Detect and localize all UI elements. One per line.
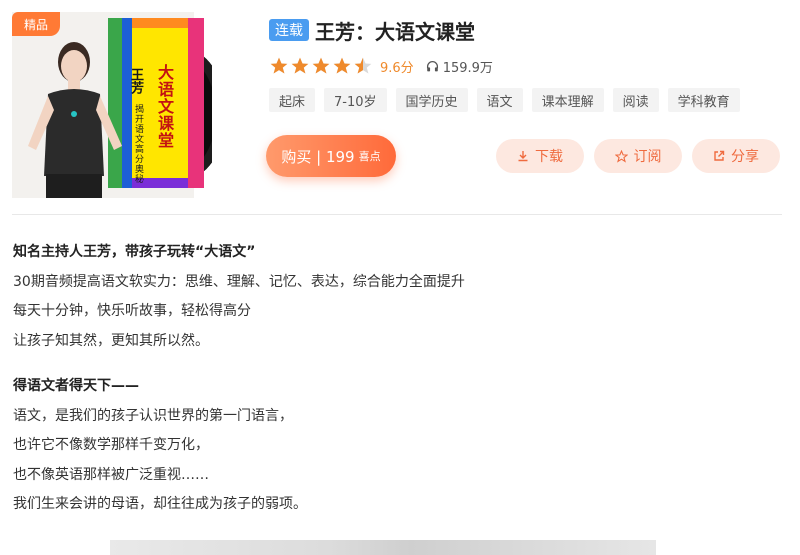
star-full-icon bbox=[312, 57, 330, 74]
description-line: 我们生来会讲的母语，却往往成为孩子的弱项。 bbox=[13, 496, 307, 512]
star-outline-icon bbox=[614, 149, 628, 163]
premium-badge: 精品 bbox=[12, 12, 60, 36]
serial-status-tag: 连载 bbox=[269, 19, 309, 41]
action-bar: 购买 | 199 喜点 下载 订阅 分享 bbox=[266, 135, 786, 179]
star-half-icon bbox=[354, 57, 372, 74]
download-icon bbox=[518, 151, 528, 162]
description-line: 也许它不像数学那样千变万化， bbox=[13, 437, 209, 453]
download-label: 下载 bbox=[535, 149, 563, 165]
tag-chip[interactable]: 国学历史 bbox=[395, 88, 468, 112]
description-line: 让孩子知其然，更知其所以然。 bbox=[13, 332, 209, 349]
subscribe-label: 订阅 bbox=[633, 149, 662, 165]
tag-chip[interactable]: 语文 bbox=[476, 88, 523, 112]
buy-button-label: 购买 | 199 bbox=[281, 147, 355, 166]
host-photo bbox=[28, 42, 122, 198]
download-button[interactable]: 下载 bbox=[496, 139, 584, 173]
tag-chip[interactable]: 起床 bbox=[269, 88, 316, 112]
description-line: 也不像英语那样被广泛重视…… bbox=[13, 466, 209, 483]
course-cover[interactable]: 精品 大语文课堂 王芳 揭开语文高分奥秘 bbox=[12, 12, 212, 198]
headphones-icon bbox=[426, 60, 438, 71]
description-image bbox=[110, 540, 656, 555]
star-full-icon bbox=[270, 57, 288, 74]
tag-chip[interactable]: 阅读 bbox=[612, 88, 659, 112]
description-line: 语文，是我们的孩子认识世界的第一门语言， bbox=[13, 407, 293, 424]
share-label: 分享 bbox=[731, 149, 759, 165]
buy-button[interactable]: 购买 | 199 喜点 bbox=[266, 135, 396, 177]
buy-currency-unit: 喜点 bbox=[358, 150, 381, 163]
description-subheadline: 得语文者得天下—— bbox=[13, 378, 139, 394]
tag-chip[interactable]: 7-10岁 bbox=[324, 88, 387, 112]
tag-list: 起床 7-10岁 国学历史 语文 课本理解 阅读 学科教育 bbox=[269, 88, 789, 112]
share-icon bbox=[714, 150, 725, 161]
course-description: 知名主持人王芳，带孩子玩转“大语文” 30期音频提高语文软实力：思维、理解、记忆… bbox=[13, 238, 783, 520]
star-full-icon bbox=[333, 57, 351, 74]
cover-subtitle: 揭开语文高分奥秘 bbox=[133, 104, 143, 184]
description-headline: 知名主持人王芳，带孩子玩转“大语文” bbox=[13, 244, 256, 260]
play-count: 159.9万 bbox=[426, 57, 493, 76]
play-count-value: 159.9万 bbox=[442, 60, 493, 76]
star-full-icon bbox=[291, 57, 309, 74]
description-line: 30期音频提高语文软实力：思维、理解、记忆、表达，综合能力全面提升 bbox=[13, 273, 465, 290]
share-button[interactable]: 分享 bbox=[692, 139, 780, 173]
course-info: 连载 王芳：大语文课堂 9.6分 159.9万 起床 7-10岁 国学历史 语文 课本理… bbox=[269, 16, 789, 112]
rating-row: 9.6分 159.9万 bbox=[269, 56, 789, 76]
course-title: 王芳：大语文课堂 bbox=[315, 19, 475, 44]
tag-chip[interactable]: 课本理解 bbox=[531, 88, 604, 112]
cover-host-name: 王芳 bbox=[128, 68, 143, 94]
cover-title-text: 大语文课堂 bbox=[155, 64, 174, 149]
rating-stars bbox=[269, 56, 374, 76]
subscribe-button[interactable]: 订阅 bbox=[594, 139, 682, 173]
section-divider bbox=[12, 214, 782, 215]
tag-chip[interactable]: 学科教育 bbox=[667, 88, 740, 112]
rating-score: 9.6分 bbox=[380, 60, 414, 76]
description-line: 每天十分钟，快乐听故事，轻松得高分 bbox=[13, 303, 251, 319]
